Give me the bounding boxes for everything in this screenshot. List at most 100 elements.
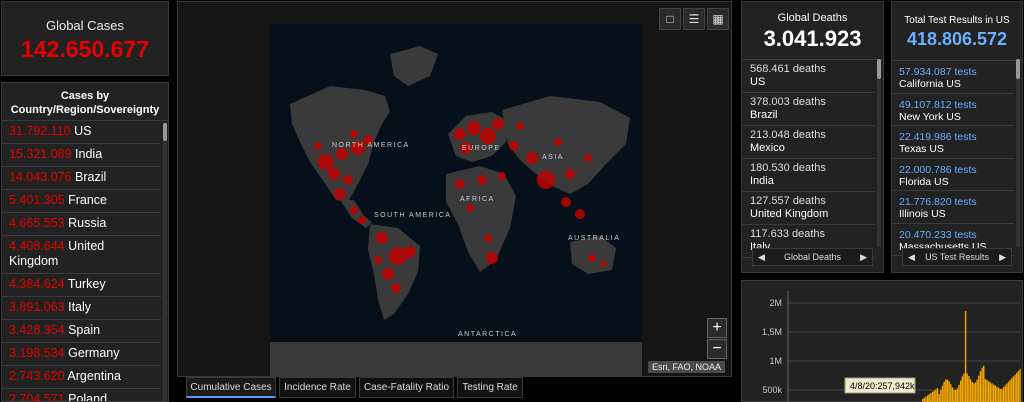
country-row[interactable]: 2.743.620 Argentina (2, 366, 161, 389)
tests-row[interactable]: 22.419.986 tests Texas US (892, 126, 1014, 159)
deaths-row[interactable]: 127.557 deaths United Kingdom (742, 192, 875, 225)
tab-testing-rate[interactable]: Testing Rate (457, 377, 523, 398)
pager-next-icon[interactable]: ▶ (999, 249, 1006, 265)
marker[interactable] (588, 254, 596, 262)
pager-next-icon[interactable]: ▶ (860, 249, 867, 265)
marker[interactable] (358, 216, 366, 224)
country-name: Brazil (750, 109, 778, 121)
country-row[interactable]: 14.043.076 Brazil (2, 167, 161, 190)
tab-case-fatality-ratio[interactable]: Case-Fatality Ratio (359, 377, 454, 398)
bar (966, 373, 968, 402)
marker[interactable] (575, 209, 585, 219)
central-america-land (340, 200, 372, 228)
bar (930, 393, 932, 402)
marker[interactable] (328, 168, 340, 180)
marker[interactable] (391, 283, 401, 293)
marker[interactable] (404, 246, 416, 258)
ytick-label: 1M (769, 356, 782, 366)
bookmark-icon[interactable]: □ (659, 8, 681, 30)
death-count: 568.461 deaths (750, 63, 826, 75)
deaths-list-scrollbar[interactable] (877, 59, 881, 247)
country-row[interactable]: 4.384.624 Turkey (2, 274, 161, 297)
marker[interactable] (466, 204, 474, 212)
country-row[interactable]: 3.198.534 Germany (2, 343, 161, 366)
europe-label: EUROPE (462, 145, 501, 152)
death-count: 180.530 deaths (750, 162, 826, 174)
global-cases-panel: Global Cases 142.650.677 (1, 1, 169, 76)
chart-tooltip: 4/8/20:257,942k (844, 377, 916, 394)
tests-row[interactable]: 22.000.786 tests Florida US (892, 159, 1014, 191)
marker[interactable] (350, 130, 358, 138)
marker[interactable] (584, 154, 592, 162)
marker[interactable] (454, 128, 466, 140)
world-map[interactable]: NORTH AMERICA SOUTH AMERICA EUROPE ASIA … (270, 24, 642, 376)
marker[interactable] (477, 175, 487, 185)
marker[interactable] (343, 175, 353, 185)
scrollbar-thumb[interactable] (1016, 59, 1020, 79)
basemap-gallery-icon[interactable]: ▦ (707, 8, 729, 30)
deaths-row[interactable]: 180.530 deaths India (742, 159, 875, 192)
tests-row[interactable]: 49.107.812 tests New York US (892, 94, 1014, 126)
bar (1017, 371, 1020, 402)
deaths-row[interactable]: 213.048 deaths Mexico (742, 126, 875, 159)
zoom-in-button[interactable]: + (707, 318, 727, 338)
marker[interactable] (492, 118, 504, 130)
marker[interactable] (509, 141, 519, 151)
marker[interactable] (480, 128, 496, 144)
legend-list-icon[interactable]: ☰ (683, 8, 705, 30)
global-deaths-value: 3.041.923 (742, 26, 883, 60)
marker[interactable] (561, 197, 571, 207)
death-count: 378.003 deaths (750, 96, 826, 108)
scrollbar-thumb[interactable] (163, 123, 167, 141)
pager-prev-icon[interactable]: ◀ (758, 249, 765, 265)
global-cases-value: 142.650.677 (21, 36, 149, 62)
marker[interactable] (537, 171, 555, 189)
marker[interactable] (350, 206, 358, 214)
tests-row[interactable]: 57.934.087 tests California US (892, 61, 1014, 94)
case-count: 2.743.620 (9, 369, 65, 383)
country-row[interactable]: 15.321.089 India (2, 144, 161, 167)
tests-pager-label: US Test Results (925, 252, 989, 262)
marker[interactable] (554, 138, 562, 146)
country-row[interactable]: 3.428.354 Spain (2, 320, 161, 343)
marker[interactable] (374, 256, 382, 264)
marker[interactable] (455, 179, 465, 189)
country-row[interactable]: 2.704.571 Poland (2, 389, 161, 401)
country-row[interactable]: 3.891.063 Italy (2, 297, 161, 320)
case-count: 3.198.534 (9, 346, 65, 360)
bar (968, 376, 970, 402)
tests-list-scrollbar[interactable] (1016, 59, 1020, 247)
cases-list-scrollbar[interactable] (163, 123, 167, 401)
scrollbar-thumb[interactable] (877, 59, 881, 79)
marker[interactable] (565, 169, 575, 179)
country-name: India (750, 175, 774, 187)
tests-row[interactable]: 21.776.820 tests Illinois US (892, 191, 1014, 224)
tests-pager: ◀ US Test Results ▶ (902, 248, 1012, 266)
country-row[interactable]: 4.408.644 United Kingdom (2, 236, 161, 274)
tab-incidence-rate[interactable]: Incidence Rate (279, 377, 356, 398)
marker[interactable] (486, 252, 498, 264)
tab-cumulative-cases[interactable]: Cumulative Cases (186, 377, 276, 398)
zoom-out-button[interactable]: − (707, 339, 727, 359)
marker[interactable] (334, 188, 346, 200)
country-row[interactable]: 4.665.553 Russia (2, 213, 161, 236)
marker[interactable] (526, 152, 538, 164)
marker[interactable] (498, 172, 506, 180)
marker[interactable] (389, 247, 407, 265)
pager-prev-icon[interactable]: ◀ (908, 249, 915, 265)
marker[interactable] (314, 142, 322, 150)
bar (1002, 387, 1005, 402)
deaths-row[interactable]: 568.461 deaths US (742, 60, 875, 93)
marker[interactable] (336, 148, 348, 160)
marker[interactable] (601, 261, 607, 267)
global-deaths-title: Global Deaths (777, 12, 848, 24)
marker[interactable] (382, 268, 394, 280)
marker[interactable] (467, 121, 481, 135)
marker[interactable] (484, 234, 492, 242)
country-row[interactable]: 5.401.305 France (2, 190, 161, 213)
marker[interactable] (376, 232, 388, 244)
marker[interactable] (516, 122, 524, 130)
deaths-row[interactable]: 378.003 deaths Brazil (742, 93, 875, 126)
marker[interactable] (318, 154, 334, 170)
country-row[interactable]: 31.792.110 US (2, 121, 161, 144)
